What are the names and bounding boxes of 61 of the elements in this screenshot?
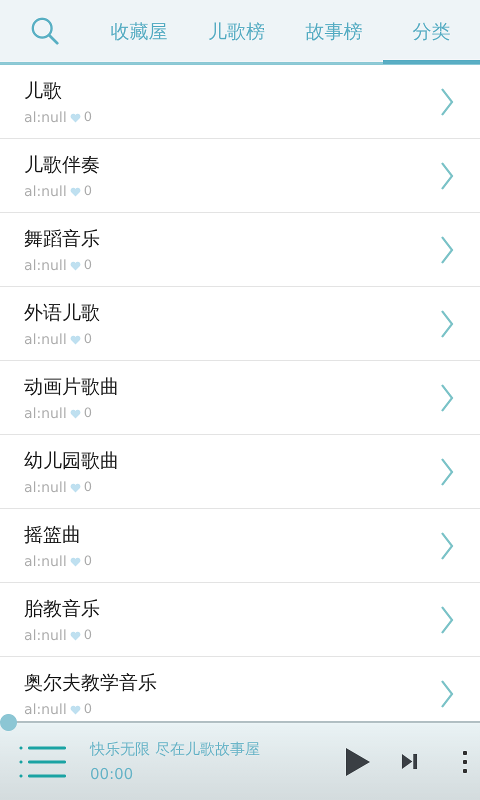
more-icon[interactable] bbox=[462, 750, 468, 772]
category-row[interactable]: 动画片歌曲 al:null 0 bbox=[0, 361, 480, 435]
chevron-icon bbox=[440, 86, 454, 116]
skip-next-icon[interactable] bbox=[401, 753, 418, 770]
album-label: al:null bbox=[24, 184, 67, 200]
chevron-icon bbox=[440, 308, 454, 338]
like-count: 0 bbox=[84, 258, 92, 273]
album-label: al:null bbox=[24, 628, 67, 644]
heart-icon bbox=[70, 112, 81, 122]
category-title: 胎教音乐 bbox=[24, 596, 101, 622]
album-label: al:null bbox=[24, 702, 67, 718]
category-row[interactable]: 儿歌伴奏 al:null 0 bbox=[0, 139, 480, 213]
play-icon[interactable] bbox=[345, 746, 371, 776]
album-label: al:null bbox=[24, 406, 67, 422]
track-time: 00:00 bbox=[90, 765, 134, 783]
album-label: al:null bbox=[24, 258, 67, 274]
album-label: al:null bbox=[24, 110, 67, 126]
track-title: 快乐无限 尽在儿歌故事屋 bbox=[90, 740, 261, 759]
chevron-icon bbox=[440, 530, 454, 560]
chevron-icon bbox=[440, 678, 454, 708]
heart-icon bbox=[70, 186, 81, 196]
category-row[interactable]: 幼儿园歌曲 al:null 0 bbox=[0, 435, 480, 509]
heart-icon bbox=[70, 704, 81, 714]
chevron-icon bbox=[440, 160, 454, 190]
chevron-icon bbox=[440, 234, 454, 264]
heart-icon bbox=[70, 408, 81, 418]
playlist-icon[interactable] bbox=[18, 744, 68, 778]
category-title: 摇篮曲 bbox=[24, 522, 82, 548]
chevron-icon bbox=[440, 604, 454, 634]
category-title: 舞蹈音乐 bbox=[24, 226, 101, 252]
like-count: 0 bbox=[84, 406, 92, 421]
album-label: al:null bbox=[24, 332, 67, 348]
like-count: 0 bbox=[84, 628, 92, 643]
category-title: 儿歌伴奏 bbox=[24, 152, 101, 178]
like-count: 0 bbox=[84, 554, 92, 569]
like-count: 0 bbox=[84, 332, 92, 347]
heart-icon bbox=[70, 556, 81, 566]
like-count: 0 bbox=[84, 702, 92, 717]
like-count: 0 bbox=[84, 110, 92, 125]
chevron-icon bbox=[440, 382, 454, 412]
category-row[interactable]: 儿歌 al:null 0 bbox=[0, 65, 480, 139]
search-icon[interactable] bbox=[30, 16, 60, 46]
category-title: 幼儿园歌曲 bbox=[24, 448, 120, 474]
category-row[interactable]: 外语儿歌 al:null 0 bbox=[0, 287, 480, 361]
category-title: 外语儿歌 bbox=[24, 300, 101, 326]
heart-icon bbox=[70, 334, 81, 344]
heart-icon bbox=[70, 482, 81, 492]
category-row[interactable]: 摇篮曲 al:null 0 bbox=[0, 509, 480, 583]
progress-thumb[interactable] bbox=[0, 714, 17, 731]
category-title: 奥尔夫教学音乐 bbox=[24, 670, 158, 696]
category-row[interactable]: 舞蹈音乐 al:null 0 bbox=[0, 213, 480, 287]
category-title: 动画片歌曲 bbox=[24, 374, 120, 400]
album-label: al:null bbox=[24, 480, 67, 496]
category-title: 儿歌 bbox=[24, 78, 63, 104]
like-count: 0 bbox=[84, 184, 92, 199]
heart-icon bbox=[70, 260, 81, 270]
album-label: al:null bbox=[24, 554, 67, 570]
like-count: 0 bbox=[84, 480, 92, 495]
heart-icon bbox=[70, 630, 81, 640]
chevron-icon bbox=[440, 456, 454, 486]
category-row[interactable]: 胎教音乐 al:null 0 bbox=[0, 583, 480, 657]
